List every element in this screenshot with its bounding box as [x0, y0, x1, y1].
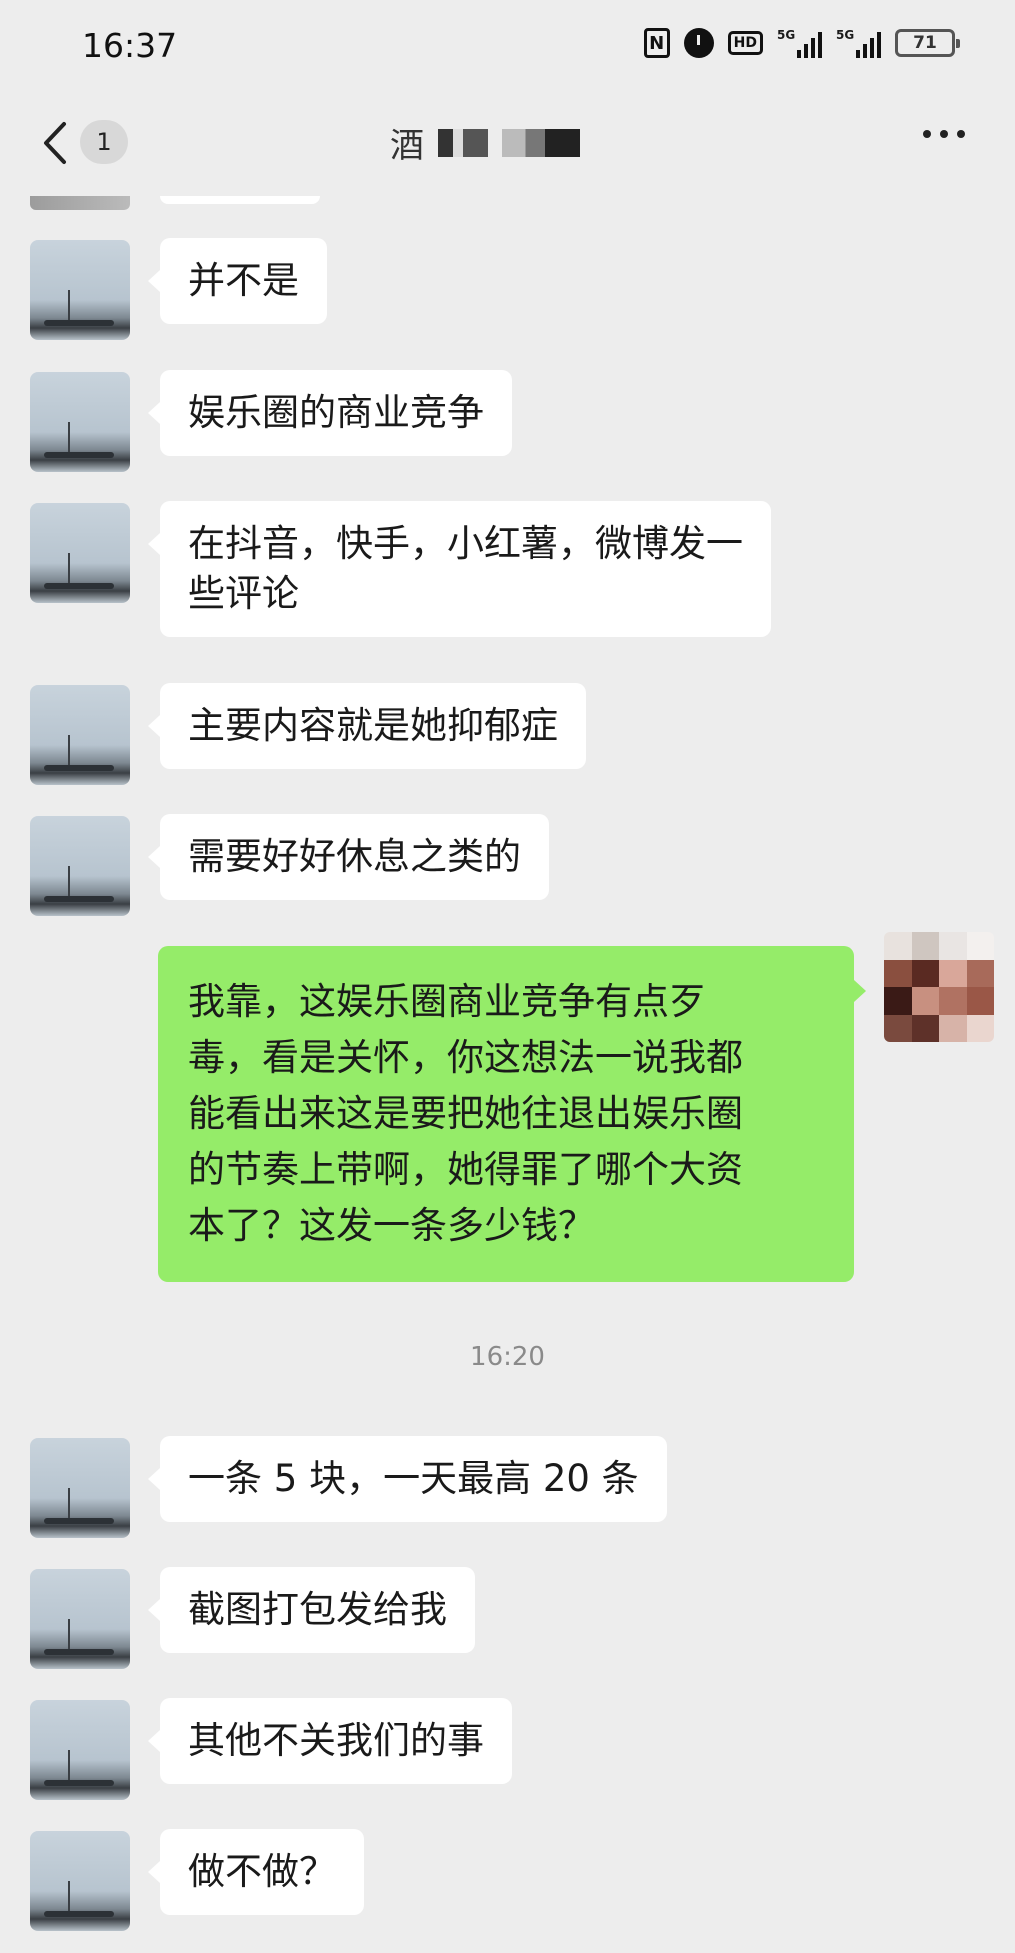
message-text: 娱乐圈的商业竞争: [188, 391, 484, 434]
battery-icon: 71: [895, 29, 960, 57]
chat-title: 酒: [390, 118, 580, 167]
message-text-line: 在抖音，快手，小红薯，微博发一: [188, 522, 743, 565]
sim2-label: 5G: [836, 28, 855, 42]
message-bubble-incoming[interactable]: 需要好好休息之类的: [148, 814, 549, 900]
redacted-name-mosaic: [438, 128, 488, 157]
message-text-line: 的节奏上带啊，她得罪了哪个大资: [188, 1148, 743, 1191]
sender-avatar[interactable]: [30, 503, 130, 603]
chat-title-text: 酒: [390, 126, 424, 166]
hd-icon: HD: [727, 31, 763, 55]
message-bubble-incoming[interactable]: 主要内容就是她抑郁症: [148, 683, 586, 769]
message-bubble-incoming[interactable]: 并不是: [148, 238, 327, 324]
nfc-icon: N: [643, 28, 670, 58]
message-text: 做不做？: [188, 1850, 336, 1893]
sender-avatar[interactable]: [30, 240, 130, 340]
own-avatar-mosaic[interactable]: [884, 932, 994, 1042]
message-bubble-incoming[interactable]: 一条 5 块，一天最高 20 条: [148, 1436, 667, 1522]
sender-avatar[interactable]: [30, 816, 130, 916]
chevron-left-icon[interactable]: [40, 118, 70, 168]
alarm-icon: [683, 28, 714, 58]
battery-level: 71: [913, 33, 937, 53]
message-text: 并不是: [188, 259, 299, 302]
message-bubble-incoming[interactable]: 做不做？: [148, 1829, 364, 1915]
unread-count-badge[interactable]: 1: [80, 120, 128, 164]
sim1-label: 5G: [777, 28, 796, 42]
message-text-line: 本了？这发一条多少钱？: [188, 1204, 595, 1247]
partial-bubble: [160, 196, 320, 204]
sender-avatar[interactable]: [30, 685, 130, 785]
redacted-name-mosaic: [502, 128, 580, 157]
message-text: 截图打包发给我: [188, 1588, 447, 1631]
more-dots-icon[interactable]: [923, 130, 965, 138]
status-bar: 16:37 N HD 5G 5G 71: [0, 0, 1015, 100]
message-text-line: 些评论: [188, 572, 299, 615]
chat-header: 1 酒: [0, 100, 1015, 200]
signal-icon: 5G: [836, 28, 881, 58]
message-text: 需要好好休息之类的: [188, 835, 521, 878]
message-bubble-incoming[interactable]: 娱乐圈的商业竞争: [148, 370, 512, 456]
message-text: 一条 5 块，一天最高 20 条: [188, 1457, 639, 1500]
chat-timestamp: 16:20: [470, 1342, 545, 1372]
partial-avatar: [30, 196, 130, 210]
message-bubble-incoming[interactable]: 截图打包发给我: [148, 1567, 475, 1653]
status-icons: N HD 5G 5G 71: [643, 28, 960, 58]
message-text-line: 毒，看是关怀，你这想法一说我都: [188, 1036, 743, 1079]
sender-avatar[interactable]: [30, 1438, 130, 1538]
sender-avatar[interactable]: [30, 1831, 130, 1931]
signal-icon: 5G: [777, 28, 822, 58]
sender-avatar[interactable]: [30, 1569, 130, 1669]
message-text: 主要内容就是她抑郁症: [188, 704, 558, 747]
sender-avatar[interactable]: [30, 1700, 130, 1800]
message-bubble-outgoing[interactable]: 我靠，这娱乐圈商业竞争有点歹 毒，看是关怀，你这想法一说我都 能看出来这是要把她…: [158, 946, 866, 1282]
message-bubble-incoming[interactable]: 其他不关我们的事: [148, 1698, 512, 1784]
message-text: 其他不关我们的事: [188, 1719, 484, 1762]
message-text-line: 能看出来这是要把她往退出娱乐圈: [188, 1092, 743, 1135]
message-bubble-incoming[interactable]: 在抖音，快手，小红薯，微博发一 些评论: [148, 501, 771, 637]
sender-avatar[interactable]: [30, 372, 130, 472]
status-time: 16:37: [82, 26, 178, 65]
message-text-line: 我靠，这娱乐圈商业竞争有点歹: [188, 980, 706, 1023]
